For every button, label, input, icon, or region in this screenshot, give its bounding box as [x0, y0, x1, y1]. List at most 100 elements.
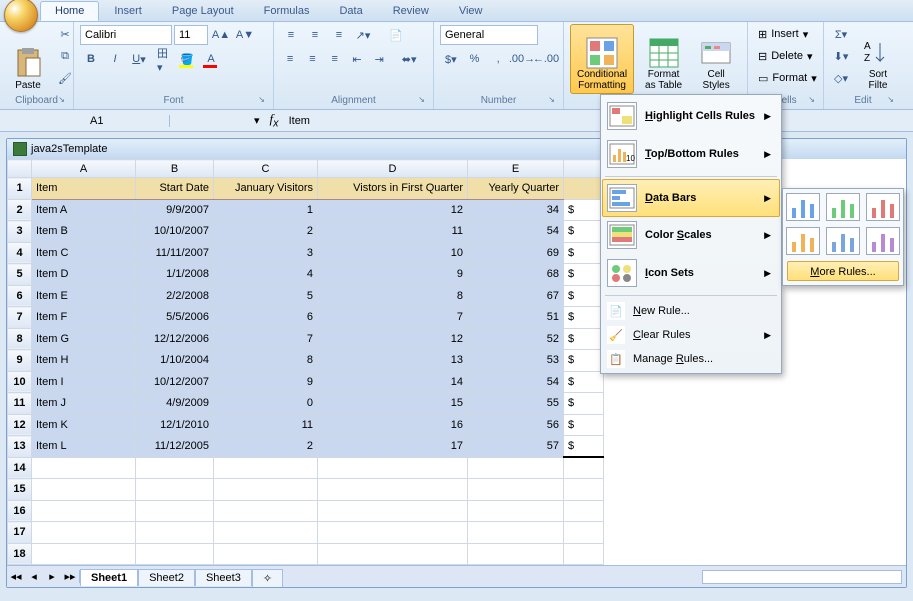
row-header-10[interactable]: 10 — [8, 371, 32, 393]
decrease-decimal-button[interactable]: ←.00 — [535, 49, 557, 69]
row-7[interactable]: 7Item F5/5/20066751$ — [8, 307, 604, 329]
cell[interactable] — [318, 543, 468, 565]
font-color-button[interactable]: A — [200, 49, 222, 69]
data-bar-swatch-5[interactable] — [826, 227, 860, 255]
cell[interactable]: 34 — [468, 199, 564, 221]
cell[interactable]: $ — [564, 221, 604, 243]
horizontal-scrollbar[interactable] — [702, 570, 902, 584]
cell[interactable]: 11/12/2005 — [136, 436, 214, 458]
cell[interactable] — [468, 500, 564, 522]
row-3[interactable]: 3Item B10/10/200721154$ — [8, 221, 604, 243]
sheet-tab-1[interactable]: Sheet1 — [80, 569, 138, 586]
menu-top-bottom[interactable]: 10 Top/Bottom Rules ▶ — [603, 135, 779, 173]
row-header-17[interactable]: 17 — [8, 522, 32, 544]
row-4[interactable]: 4Item C11/11/200731069$ — [8, 242, 604, 264]
cell[interactable]: 1/10/2004 — [136, 350, 214, 372]
cell[interactable]: Yearly Quarter — [468, 178, 564, 200]
row-header-6[interactable]: 6 — [8, 285, 32, 307]
cut-button[interactable]: ✂ — [54, 24, 76, 44]
increase-indent-button[interactable]: ⇥ — [369, 49, 389, 69]
sheet-tab-new[interactable]: ✧ — [252, 569, 283, 587]
cell[interactable]: 9/9/2007 — [136, 199, 214, 221]
tab-insert[interactable]: Insert — [99, 1, 157, 20]
cell[interactable] — [32, 479, 136, 501]
cell[interactable]: 12 — [318, 328, 468, 350]
col-header-D[interactable]: D — [318, 160, 468, 178]
insert-cells-button[interactable]: ⊞ Insert ▾ — [754, 24, 817, 44]
cell-styles-button[interactable]: Cell Styles — [693, 24, 739, 94]
align-top-button[interactable]: ≡ — [280, 25, 302, 45]
cell[interactable]: 16 — [318, 414, 468, 436]
cell[interactable]: 2 — [214, 436, 318, 458]
cell[interactable]: 5 — [214, 285, 318, 307]
orientation-button[interactable]: ↗▾ — [352, 25, 374, 45]
cell[interactable] — [32, 522, 136, 544]
sheet-tab-2[interactable]: Sheet2 — [138, 569, 195, 586]
cell[interactable] — [214, 522, 318, 544]
more-rules-button[interactable]: More Rules... — [787, 261, 899, 281]
decrease-indent-button[interactable]: ⇤ — [347, 49, 367, 69]
row-1[interactable]: 1ItemStart DateJanuary VisitorsVistors i… — [8, 178, 604, 200]
cell[interactable]: 67 — [468, 285, 564, 307]
row-10[interactable]: 10Item I10/12/200791454$ — [8, 371, 604, 393]
currency-button[interactable]: $▾ — [440, 49, 462, 69]
cell[interactable] — [136, 543, 214, 565]
row-2[interactable]: 2Item A9/9/200711234$ — [8, 199, 604, 221]
sheet-nav-last[interactable]: ▸▸ — [61, 570, 79, 583]
cell[interactable] — [468, 543, 564, 565]
sort-filter-button[interactable]: AZ Sort Filte — [856, 24, 900, 94]
border-button[interactable]: 田▾ — [152, 49, 174, 69]
cell[interactable] — [564, 522, 604, 544]
cell[interactable]: 1 — [214, 199, 318, 221]
cell[interactable]: 12/12/2006 — [136, 328, 214, 350]
cell[interactable]: 17 — [318, 436, 468, 458]
row-header-13[interactable]: 13 — [8, 436, 32, 458]
cell[interactable]: Item F — [32, 307, 136, 329]
cell[interactable]: 69 — [468, 242, 564, 264]
cell[interactable] — [32, 457, 136, 479]
tab-review[interactable]: Review — [378, 1, 444, 20]
cell[interactable]: 7 — [214, 328, 318, 350]
cell[interactable] — [214, 500, 318, 522]
format-cells-button[interactable]: ▭ Format ▾ — [754, 68, 817, 88]
cell[interactable]: 11 — [318, 221, 468, 243]
row-13[interactable]: 13Item L11/12/200521757$ — [8, 436, 604, 458]
cell[interactable]: $ — [564, 393, 604, 415]
row-header-12[interactable]: 12 — [8, 414, 32, 436]
data-bar-swatch-6[interactable] — [866, 227, 900, 255]
cell[interactable] — [214, 479, 318, 501]
cell[interactable]: 0 — [214, 393, 318, 415]
merge-center-button[interactable]: ⬌▾ — [391, 49, 427, 69]
cell[interactable]: 55 — [468, 393, 564, 415]
cell[interactable] — [214, 543, 318, 565]
cell[interactable]: $ — [564, 264, 604, 286]
cell[interactable]: $ — [564, 350, 604, 372]
sheet-nav-first[interactable]: ◂◂ — [7, 570, 25, 583]
row-14[interactable]: 14 — [8, 457, 604, 479]
cell[interactable]: 2 — [214, 221, 318, 243]
cell[interactable] — [468, 479, 564, 501]
menu-icon-sets[interactable]: Icon Sets ▶ — [603, 254, 779, 292]
cell[interactable] — [32, 500, 136, 522]
row-header-16[interactable]: 16 — [8, 500, 32, 522]
data-bar-swatch-4[interactable] — [786, 227, 820, 255]
cell[interactable]: $ — [564, 242, 604, 264]
cell[interactable]: Item J — [32, 393, 136, 415]
cell[interactable] — [136, 479, 214, 501]
row-17[interactable]: 17 — [8, 522, 604, 544]
bold-button[interactable]: B — [80, 49, 102, 69]
col-header-C[interactable]: C — [214, 160, 318, 178]
font-size-combo[interactable] — [174, 25, 208, 45]
menu-manage-rules[interactable]: 📋 Manage Rules... — [603, 347, 779, 371]
cell[interactable]: 6 — [214, 307, 318, 329]
cell[interactable]: $ — [564, 414, 604, 436]
fill-button[interactable]: ⬇▾ — [830, 46, 852, 66]
cell[interactable]: Item G — [32, 328, 136, 350]
sheet-tab-3[interactable]: Sheet3 — [195, 569, 252, 586]
tab-view[interactable]: View — [444, 1, 498, 20]
menu-clear-rules[interactable]: 🧹 Clear Rules ▶ — [603, 323, 779, 347]
row-header-3[interactable]: 3 — [8, 221, 32, 243]
row-header-2[interactable]: 2 — [8, 199, 32, 221]
font-name-combo[interactable] — [80, 25, 172, 45]
select-all-corner[interactable] — [8, 160, 32, 178]
